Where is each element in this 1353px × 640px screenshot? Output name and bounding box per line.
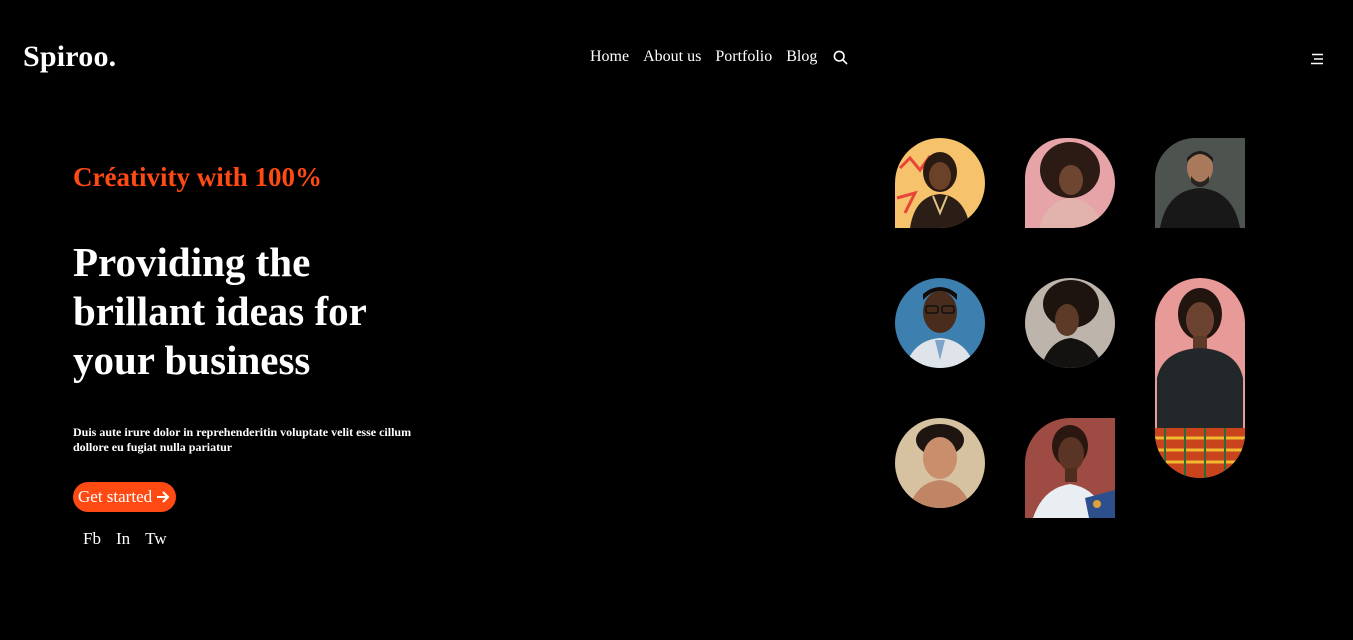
portrait-photo-8 [1025,418,1115,518]
page: Spiroo. Home About us Portfolio Blog Cré… [0,0,1353,640]
search-icon[interactable] [831,48,849,66]
nav-item-portfolio[interactable]: Portfolio [715,48,772,66]
portrait-photo-7 [895,418,985,508]
main-nav: Home About us Portfolio Blog [590,48,849,66]
nav-item-home[interactable]: Home [590,48,629,66]
arrow-right-icon [156,490,170,504]
brand-logo[interactable]: Spiroo. [23,40,116,74]
portrait-photo-6 [1155,278,1245,478]
portrait-photo-4 [895,278,985,368]
get-started-label: Get started [78,487,153,506]
social-link-linkedin[interactable]: In [116,529,130,549]
get-started-button[interactable]: Get started [73,482,177,512]
social-link-twitter[interactable]: Tw [145,529,166,549]
portrait-photo-2 [1025,138,1115,228]
hamburger-menu-icon[interactable] [1310,52,1324,65]
hero-headline: Providing the brillant ideas for your bu… [73,239,367,383]
hero-tagline: Créativity with 100% [73,162,322,192]
nav-item-blog[interactable]: Blog [786,48,817,66]
portrait-photo-3 [1155,138,1245,228]
portrait-photo-1 [895,138,985,228]
nav-item-about-us[interactable]: About us [643,48,701,66]
hero-description: Duis aute irure dolor in reprehenderitin… [73,425,412,454]
portrait-photo-5 [1025,278,1115,368]
social-links: Fb In Tw [83,529,167,549]
social-link-facebook[interactable]: Fb [83,529,101,549]
